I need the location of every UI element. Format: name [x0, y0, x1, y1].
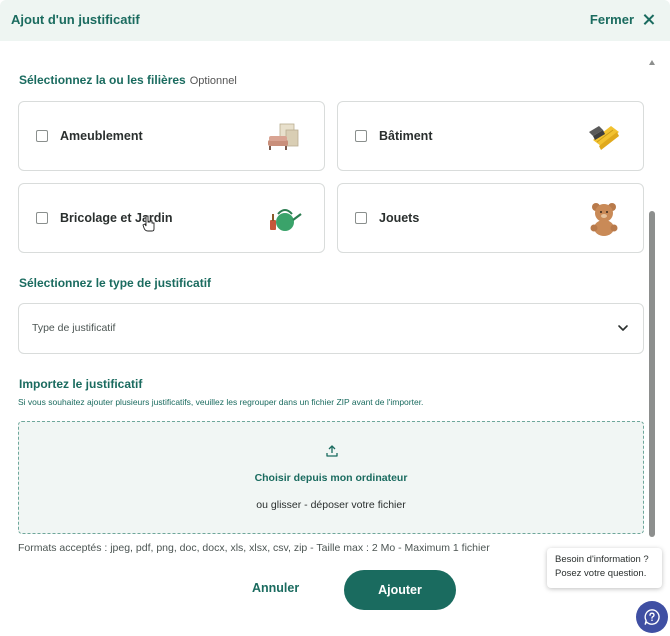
- filiere-label-ameublement: Ameublement: [60, 129, 143, 143]
- type-select[interactable]: Type de justificatif: [18, 303, 644, 354]
- filiere-card-jouets[interactable]: Jouets: [337, 183, 644, 253]
- hand-cursor-icon: [142, 215, 155, 232]
- question-chat-icon: [644, 609, 660, 625]
- type-title: Sélectionnez le type de justificatif: [19, 276, 212, 290]
- upload-icon: [326, 445, 338, 457]
- modal-title: Ajout d'un justificatif: [11, 12, 140, 27]
- optional-label: Optionnel: [189, 75, 237, 87]
- close-icon: [643, 14, 654, 25]
- watering-can-icon: [270, 209, 302, 231]
- add-button-label: Ajouter: [378, 583, 422, 597]
- close-button[interactable]: Fermer: [590, 12, 654, 27]
- checkbox-ameublement[interactable]: [36, 130, 48, 142]
- import-title: Importez le justificatif: [19, 377, 143, 391]
- help-tooltip: Besoin d'information ? Posez votre quest…: [547, 548, 662, 588]
- furniture-icon: [268, 123, 299, 150]
- checkbox-bricolage[interactable]: [36, 212, 48, 224]
- checkbox-batiment[interactable]: [355, 130, 367, 142]
- teddy-bear-icon: [590, 203, 618, 236]
- help-line-1: Besoin d'information ?: [555, 554, 649, 565]
- filieres-title-text: Sélectionnez la ou les filières: [19, 73, 186, 87]
- accepted-formats: Formats acceptés : jpeg, pdf, png, doc, …: [18, 542, 490, 554]
- help-line-2: Posez votre question.: [555, 568, 647, 579]
- filiere-card-batiment[interactable]: Bâtiment: [337, 101, 644, 171]
- cancel-button[interactable]: Annuler: [252, 581, 299, 595]
- building-materials-icon: [589, 126, 619, 150]
- add-button[interactable]: Ajouter: [344, 570, 456, 610]
- filiere-card-bricolage[interactable]: Bricolage et Jardin: [18, 183, 325, 253]
- modal-header: Ajout d'un justificatif Fermer: [0, 0, 670, 41]
- choose-file-link[interactable]: Choisir depuis mon ordinateur: [19, 472, 643, 484]
- close-label: Fermer: [589, 12, 634, 27]
- filiere-label-jouets: Jouets: [379, 211, 420, 225]
- chevron-down-icon: [618, 325, 628, 331]
- import-hint: Si vous souhaitez ajouter plusieurs just…: [18, 397, 424, 407]
- checkbox-jouets[interactable]: [355, 212, 367, 224]
- help-chat-button[interactable]: [636, 601, 668, 633]
- filiere-label-batiment: Bâtiment: [379, 129, 433, 143]
- drop-file-text: ou glisser - déposer votre fichier: [256, 499, 406, 511]
- file-dropzone[interactable]: Choisir depuis mon ordinateur ou glisser…: [18, 421, 644, 534]
- filieres-title: Sélectionnez la ou les filières Optionnel: [19, 73, 237, 87]
- scrollbar-thumb[interactable]: [649, 211, 655, 537]
- scroll-up-arrow-icon[interactable]: [649, 60, 655, 65]
- filiere-card-ameublement[interactable]: Ameublement: [18, 101, 325, 171]
- type-select-placeholder: Type de justificatif: [32, 322, 116, 334]
